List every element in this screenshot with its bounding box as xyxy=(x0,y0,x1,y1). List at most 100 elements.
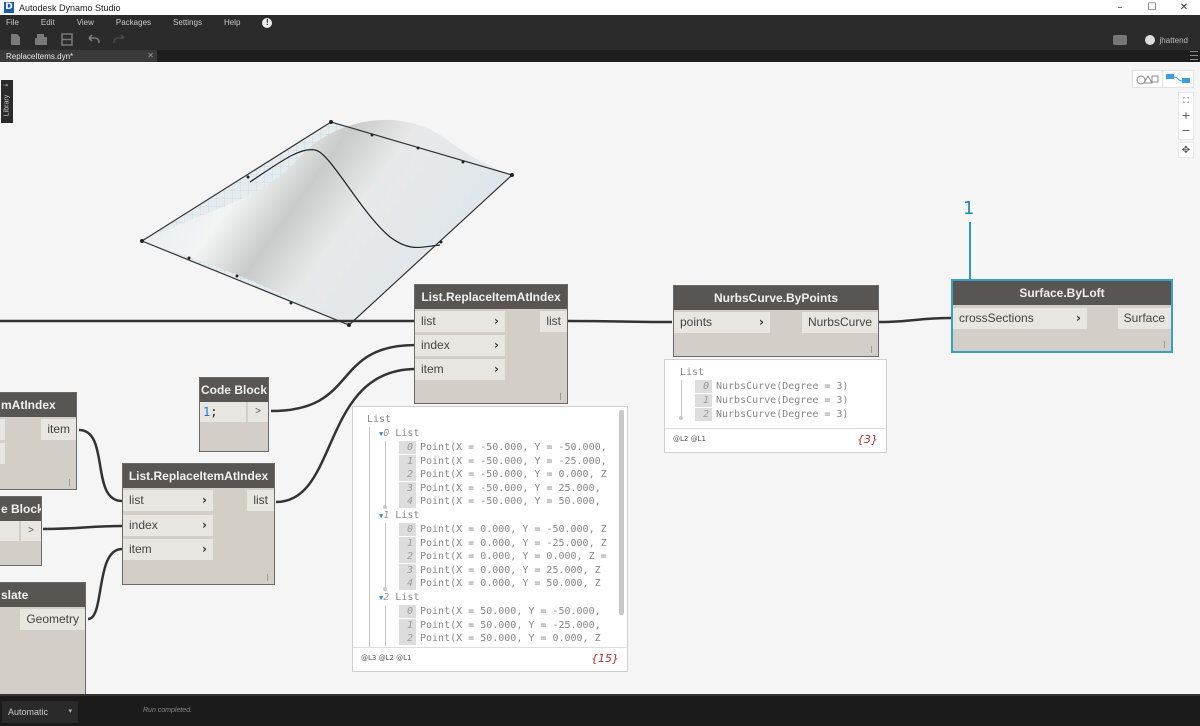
node-list-replace-item-at-index[interactable]: List.ReplaceItemAtIndex list › index › ite… xyxy=(414,284,568,404)
sublist-label: List xyxy=(395,428,420,439)
chevron-right-icon: › xyxy=(494,338,499,352)
nurbs-output-preview[interactable]: List 0 NurbsCurve(Degree = 3) 1 NurbsCurve… xyxy=(664,359,887,453)
node-title: List.ReplaceItemAtIndex xyxy=(415,285,567,309)
pan-button[interactable]: ✥ xyxy=(1178,142,1194,158)
lacing-indicator xyxy=(1164,341,1165,348)
status-bar: Automatic ▾ Run completed. xyxy=(0,694,1200,726)
node-surface-byloft[interactable]: Surface.ByLoft crossSections › Surface xyxy=(951,279,1173,353)
output-port-list[interactable]: list xyxy=(540,311,567,332)
node-code-block[interactable]: Code Block 1; > xyxy=(199,377,269,452)
input-port-item[interactable]: item › xyxy=(123,539,213,560)
menu-view[interactable]: View xyxy=(77,18,94,27)
menu-help[interactable]: Help xyxy=(224,18,240,27)
preview-sublist-header[interactable]: ▼0 List xyxy=(379,427,419,441)
output-port-nurbscurve[interactable]: NurbsCurve xyxy=(801,312,878,333)
open-file-icon[interactable] xyxy=(34,33,48,47)
dynamo-logo-icon: D xyxy=(4,2,14,13)
new-file-icon[interactable] xyxy=(8,33,22,47)
output-port[interactable]: > xyxy=(248,402,268,422)
input-port[interactable] xyxy=(0,419,5,440)
window-title: Autodesk Dynamo Studio xyxy=(19,2,121,13)
geometry-view-button[interactable] xyxy=(1133,71,1164,87)
item-value: Point(X = -50.000, Y = -25.000, xyxy=(420,455,607,467)
hamburger-menu-icon[interactable] xyxy=(1190,51,1198,60)
item-index: 0 xyxy=(695,380,712,393)
maximize-button[interactable]: ☐ xyxy=(1136,0,1168,15)
annotation-number: 1 xyxy=(963,198,975,219)
item-value: Point(X = 0.000, Y = 0.000, Z = xyxy=(420,551,607,563)
zoom-out-button[interactable]: − xyxy=(1179,123,1193,138)
input-port-list[interactable]: list › xyxy=(123,490,213,511)
zoom-in-button[interactable]: + xyxy=(1179,108,1193,123)
port-label: index xyxy=(129,518,158,532)
wire-list-to-points xyxy=(567,319,673,324)
minimize-button[interactable]: – xyxy=(1104,0,1136,15)
node-geometry-translate[interactable]: slate Geometry xyxy=(0,582,86,694)
input-port-item[interactable]: item › xyxy=(415,359,505,380)
preview-item: 3 Point(X = 0.000, Y = 25.000, Z xyxy=(399,563,601,577)
menu-packages[interactable]: Packages xyxy=(116,18,151,27)
lacing-indicator xyxy=(267,574,268,581)
item-index: 0 xyxy=(399,523,416,536)
preview-item: 1 NurbsCurve(Degree = 3) xyxy=(695,394,848,407)
tree-line xyxy=(385,441,386,509)
run-mode-dropdown[interactable]: Automatic ▾ xyxy=(2,701,78,723)
tab-replaceitems[interactable]: ReplaceItems.dyn* ✕ xyxy=(0,50,157,62)
code-input[interactable]: 1; xyxy=(200,402,246,422)
output-port[interactable]: > xyxy=(21,521,41,541)
output-port-geometry[interactable]: Geometry xyxy=(20,609,85,630)
chevron-right-icon: › xyxy=(494,314,499,328)
port-label: crossSections xyxy=(959,311,1034,325)
undo-icon[interactable] xyxy=(86,33,100,47)
node-list-getitematindex[interactable]: mAtIndex item xyxy=(0,392,77,490)
output-port-surface[interactable]: Surface xyxy=(1117,308,1171,329)
item-index: 3 xyxy=(399,481,416,495)
library-toggle[interactable]: ⇥ Library xyxy=(1,80,13,123)
sublist-index: 1 xyxy=(383,510,390,521)
item-value: NurbsCurve(Degree = 3) xyxy=(716,381,849,392)
output-port-list[interactable]: list xyxy=(247,490,274,511)
tab-close-icon[interactable]: ✕ xyxy=(147,50,154,62)
wire-codeblock-to-index xyxy=(270,343,417,413)
item-value: Point(X = 50.000, Y = -25.000, xyxy=(420,619,601,631)
menu-settings[interactable]: Settings xyxy=(173,18,202,27)
tree-line xyxy=(385,605,386,646)
preview-item: 0 Point(X = 0.000, Y = -50.000, Z xyxy=(399,523,607,536)
zoom-fit-button[interactable]: ⛶ xyxy=(1179,93,1193,108)
dynamo-window: D Autodesk Dynamo Studio – ☐ ✕ File Edit… xyxy=(0,0,1200,726)
wire-getitem-to-list2 xyxy=(78,428,123,503)
menu-file[interactable]: File xyxy=(6,18,19,27)
menu-edit[interactable]: Edit xyxy=(41,18,55,27)
user-avatar-icon[interactable] xyxy=(1144,35,1155,45)
graph-canvas[interactable]: ⇥ Library ⛶ + − ✥ List.ReplaceItemAtInde… xyxy=(0,62,1200,694)
item-value: Point(X = 0.000, Y = 25.000, Z xyxy=(420,564,601,576)
input-port-crosssections[interactable]: crossSections › xyxy=(953,308,1087,329)
preview-scrollbar[interactable] xyxy=(619,410,624,615)
node-list-replace-item-at-index-2[interactable]: List.ReplaceItemAtIndex list › index › ite… xyxy=(122,463,275,585)
library-label: Library xyxy=(3,94,11,117)
input-port-index[interactable]: index › xyxy=(415,335,505,356)
output-port-item[interactable]: item xyxy=(41,419,76,440)
camera-icon[interactable] xyxy=(1112,35,1127,45)
code-input[interactable] xyxy=(0,521,19,541)
preview-footer: @L3 @L2 @L1 {15} xyxy=(353,647,627,671)
input-port[interactable] xyxy=(0,443,5,464)
redo-icon[interactable] xyxy=(112,33,126,47)
save-icon[interactable] xyxy=(60,33,74,47)
input-port-points[interactable]: points › xyxy=(674,312,770,333)
input-port-list[interactable]: list › xyxy=(415,311,505,332)
points-output-preview[interactable]: List ▼0 List 0 Point(X = -50.000, Y = -50.0… xyxy=(352,406,628,672)
node-code-block-2[interactable]: e Block > xyxy=(0,496,42,566)
node-nurbscurve-bypoints[interactable]: NurbsCurve.ByPoints points › NurbsCurve xyxy=(673,285,879,357)
input-port-index[interactable]: index › xyxy=(123,515,213,536)
graph-view-button[interactable] xyxy=(1163,71,1193,87)
username[interactable]: jhattend xyxy=(1160,36,1188,45)
notification-alert-icon[interactable]: ! xyxy=(262,17,273,28)
close-window-button[interactable]: ✕ xyxy=(1168,0,1200,15)
preview-root-label: List xyxy=(367,414,392,425)
preview-item: 2 Point(X = -50.000, Y = 0.000, Z xyxy=(399,468,607,482)
run-mode-value: Automatic xyxy=(8,707,49,717)
preview-sublist-header[interactable]: ▼1 List xyxy=(379,509,419,523)
preview-item: 2 Point(X = 50.000, Y = 0.000, Z xyxy=(399,632,601,646)
preview-sublist-header[interactable]: ▼2 List xyxy=(379,591,419,605)
